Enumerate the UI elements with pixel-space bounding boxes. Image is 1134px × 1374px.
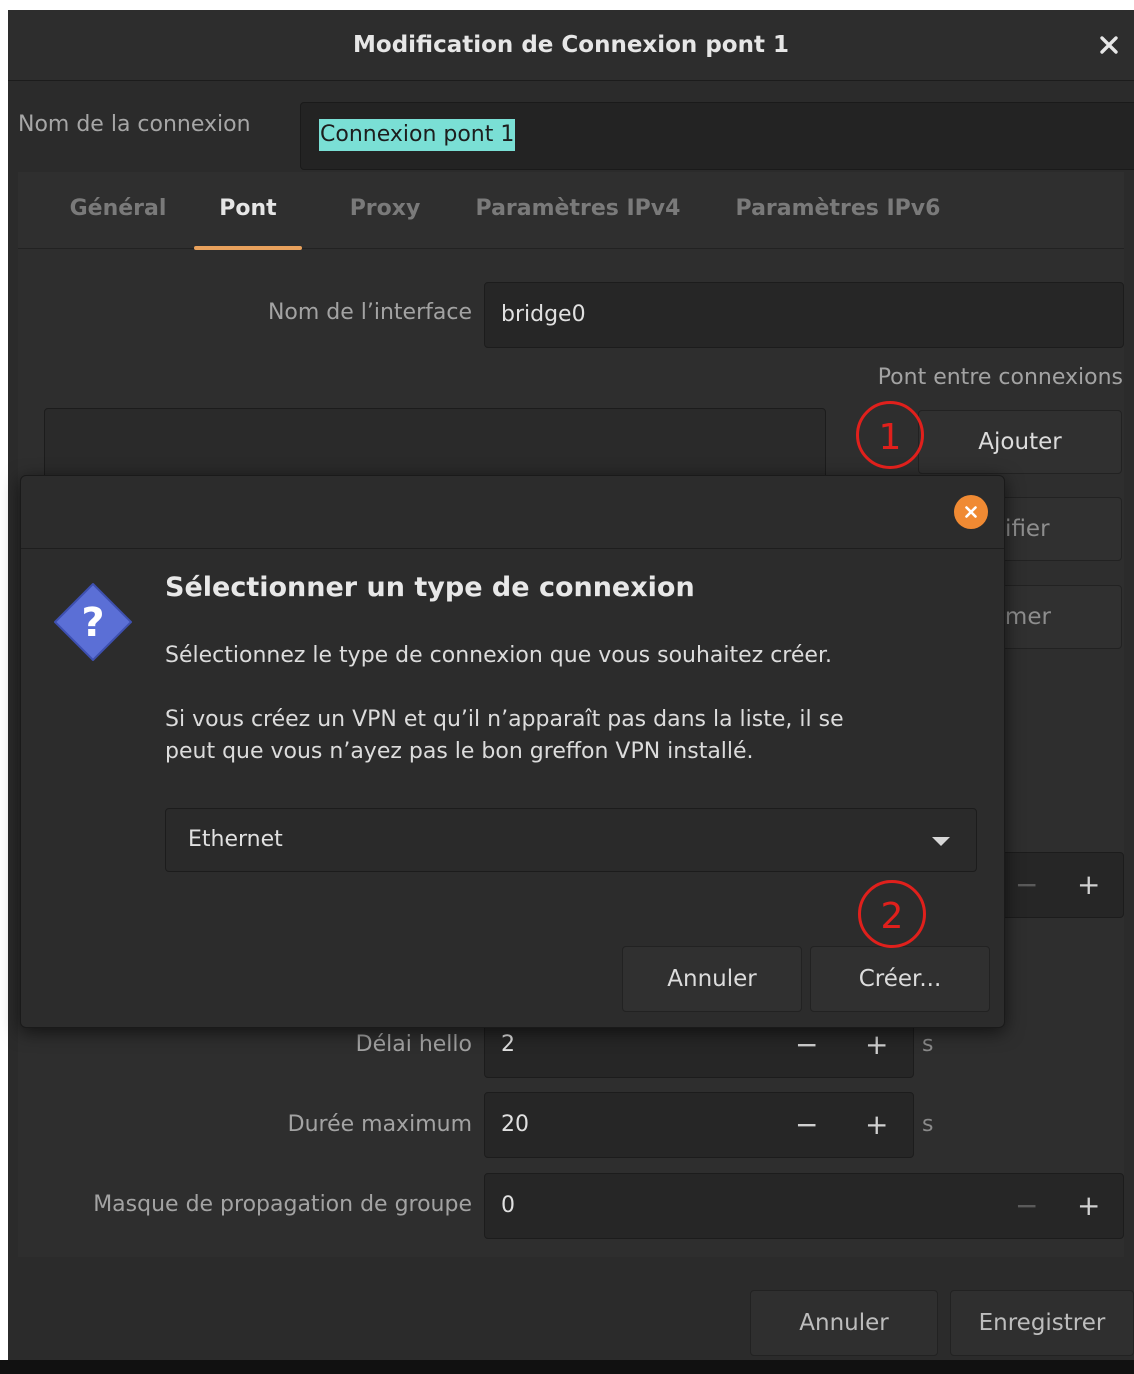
- increment-button[interactable]: +: [1077, 871, 1100, 899]
- group-forward-mask-decrement[interactable]: −: [1015, 1192, 1038, 1220]
- max-age-unit: s: [922, 1112, 934, 1137]
- dialog-header: [21, 476, 1004, 549]
- tab-proxy[interactable]: Proxy: [330, 172, 440, 248]
- close-circle-icon[interactable]: [954, 495, 988, 529]
- tab-ipv4[interactable]: Paramètres IPv4: [468, 172, 688, 248]
- annotation-marker-2: 2: [858, 880, 926, 948]
- window-title: Modification de Connexion pont 1: [353, 32, 789, 58]
- interface-name-value: bridge0: [501, 302, 586, 327]
- close-icon[interactable]: [1092, 28, 1126, 62]
- max-age-decrement[interactable]: −: [795, 1111, 818, 1139]
- decrement-button[interactable]: −: [1015, 871, 1038, 899]
- group-forward-mask-label: Masque de propagation de groupe: [93, 1192, 472, 1217]
- annotation-marker-1: 1: [856, 401, 924, 469]
- tab-bridge[interactable]: Pont: [194, 172, 302, 250]
- hello-delay-increment[interactable]: +: [865, 1031, 888, 1059]
- dialog-description: Sélectionnez le type de connexion que vo…: [165, 643, 832, 668]
- interface-name-label: Nom de l’interface: [267, 300, 472, 325]
- tab-ipv6[interactable]: Paramètres IPv6: [728, 172, 948, 248]
- group-forward-mask-increment[interactable]: +: [1077, 1192, 1100, 1220]
- hello-delay-unit: s: [922, 1032, 934, 1057]
- bridged-connections-label: Pont entre connexions: [877, 365, 1123, 390]
- select-connection-type-dialog: ? Sélectionner un type de connexion Séle…: [20, 475, 1005, 1028]
- tab-general[interactable]: Général: [63, 172, 173, 248]
- max-age-increment[interactable]: +: [865, 1111, 888, 1139]
- title-bar: Modification de Connexion pont 1: [8, 10, 1134, 81]
- hello-delay-decrement[interactable]: −: [795, 1031, 818, 1059]
- tab-bar: Général Pont Proxy Paramètres IPv4 Param…: [18, 172, 1124, 250]
- chevron-down-icon: [932, 837, 950, 846]
- question-diamond-icon: ?: [51, 580, 135, 664]
- dialog-vpn-note-line2: peut que vous n’ayez pas le bon greffon …: [165, 739, 754, 764]
- max-age-label: Durée maximum: [287, 1112, 472, 1137]
- footer-cancel-button[interactable]: Annuler: [750, 1290, 938, 1356]
- svg-text:?: ?: [81, 600, 104, 646]
- max-age-input[interactable]: 20 − +: [484, 1092, 914, 1158]
- footer-save-button[interactable]: Enregistrer: [950, 1290, 1134, 1356]
- connection-type-select[interactable]: Ethernet: [165, 808, 977, 872]
- group-forward-mask-value: 0: [501, 1193, 515, 1218]
- dialog-title: Sélectionner un type de connexion: [165, 572, 695, 603]
- max-age-value: 20: [501, 1112, 529, 1137]
- background-strip: [0, 1360, 1134, 1374]
- add-button[interactable]: Ajouter: [918, 410, 1122, 474]
- interface-name-input[interactable]: bridge0: [484, 282, 1124, 348]
- hello-delay-label: Délai hello: [355, 1032, 472, 1057]
- dialog-cancel-button[interactable]: Annuler: [622, 946, 802, 1012]
- connection-name-label: Nom de la connexion: [18, 112, 251, 137]
- connection-name-value: Connexion pont 1: [319, 119, 516, 151]
- group-forward-mask-input[interactable]: 0 − +: [484, 1173, 1124, 1239]
- connection-name-row: Nom de la connexion Connexion pont 1: [8, 90, 1134, 170]
- dialog-create-button[interactable]: Créer...: [810, 946, 990, 1012]
- dialog-vpn-note-line1: Si vous créez un VPN et qu’il n’apparaît…: [165, 707, 844, 732]
- connection-name-input[interactable]: Connexion pont 1: [300, 102, 1134, 170]
- connection-type-value: Ethernet: [188, 827, 283, 852]
